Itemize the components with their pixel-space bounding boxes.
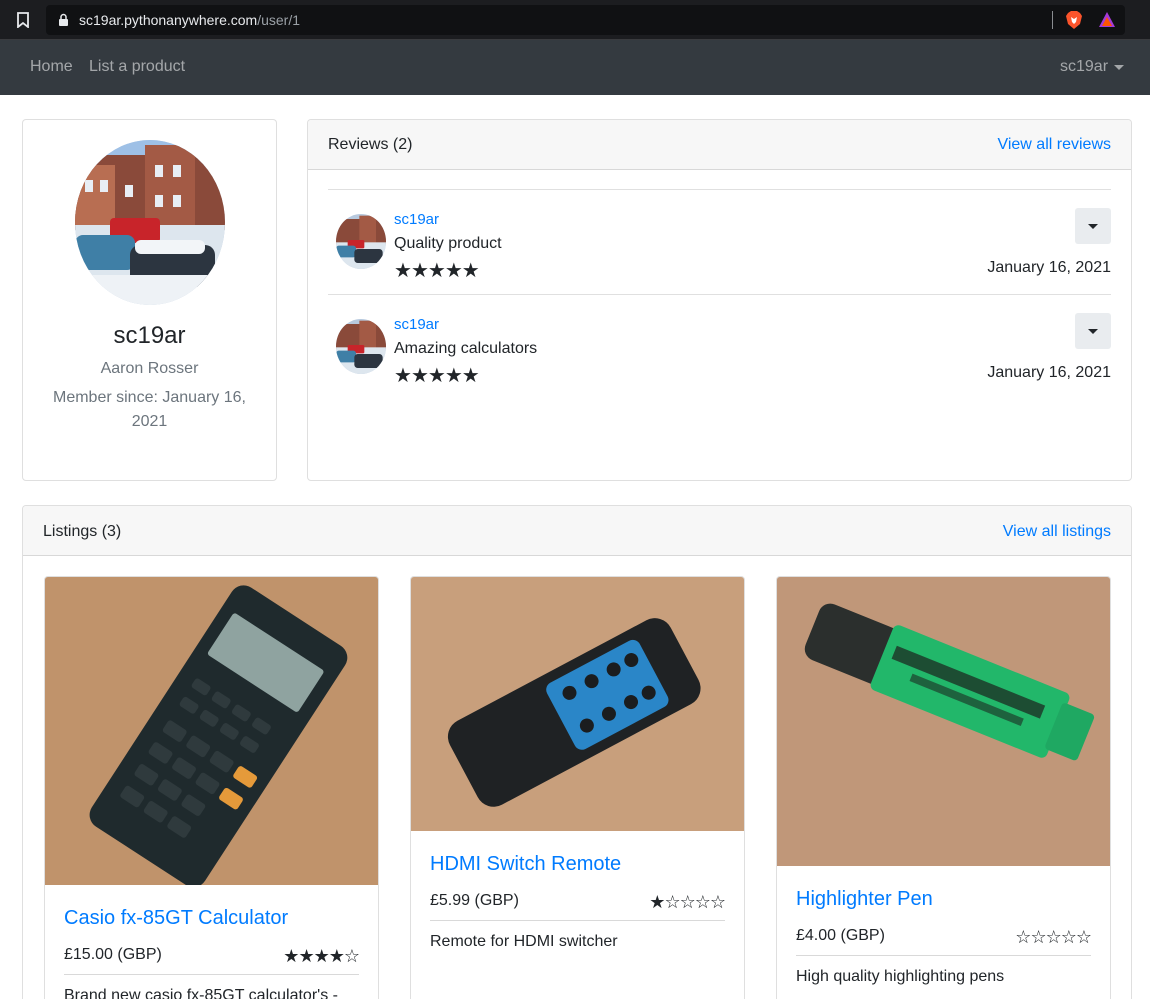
star-icon: ★ [328,946,345,966]
star-icon: ★ [427,365,446,387]
reviewer-avatar [336,214,386,269]
star-icon: ☆ [1045,927,1062,947]
product-description: High quality highlighting pens [796,968,1005,985]
star-icon: ★ [461,260,480,282]
product-image[interactable] [411,577,744,831]
product-card[interactable]: Highlighter Pen £4.00 (GBP) ☆☆☆☆☆ High q… [776,576,1111,999]
browser-toolbar: sc19ar.pythonanywhere.com/user/1 [0,0,1150,40]
divider [796,955,1091,956]
star-icon: ☆ [694,892,711,912]
url-text: sc19ar.pythonanywhere.com/user/1 [79,12,300,28]
profile-card: sc19ar Aaron Rosser Member since: Januar… [22,119,277,481]
review-author-link[interactable]: sc19ar [394,316,439,333]
profile-username: sc19ar [113,322,186,349]
star-icon: ☆ [1030,927,1046,947]
review-rating: ★★★★★ [394,365,480,387]
star-icon: ☆ [1060,927,1077,947]
product-card[interactable]: HDMI Switch Remote £5.99 (GBP) ★☆☆☆☆ Rem… [410,576,745,999]
review-item: sc19ar Quality product ★★★★★ January 16,… [308,190,1131,290]
nav-list-product-link[interactable]: List a product [89,58,185,76]
review-date: January 16, 2021 [987,364,1111,381]
product-rating: ★☆☆☆☆ [649,892,726,912]
star-icon: ★ [427,260,446,282]
product-title-link[interactable]: HDMI Switch Remote [430,853,621,876]
star-icon: ☆ [709,892,726,912]
product-description: Brand new casio fx-85GT calculator's - [64,987,338,999]
product-price: £4.00 (GBP) [796,927,885,944]
caret-down-icon [1088,329,1098,334]
star-icon: ★ [410,260,429,282]
review-options-button[interactable] [1075,208,1111,244]
product-description: Remote for HDMI switcher [430,933,618,950]
product-title-link[interactable]: Casio fx-85GT Calculator [64,907,288,930]
bookmark-icon[interactable] [17,12,29,28]
reviews-card: Reviews (2) View all reviews sc19ar Qual… [307,119,1132,481]
star-icon: ☆ [679,892,696,912]
review-item: sc19ar Amazing calculators ★★★★★ January… [308,295,1131,395]
star-icon: ★ [444,365,463,387]
product-card[interactable]: Casio fx-85GT Calculator £15.00 (GBP) ★★… [44,576,379,999]
product-image[interactable] [45,577,378,885]
product-price: £15.00 (GBP) [64,946,162,963]
avatar-image [75,140,225,305]
star-icon: ★ [394,260,412,282]
star-icon: ★ [313,946,330,966]
review-date: January 16, 2021 [987,259,1111,276]
star-icon: ★ [461,365,480,387]
star-icon: ★ [394,365,412,387]
profile-full-name: Aaron Rosser [100,360,199,377]
star-icon: ☆ [1015,927,1031,947]
reviews-title: Reviews (2) [328,136,413,153]
product-rating: ☆☆☆☆☆ [1015,927,1092,947]
star-icon: ☆ [343,946,360,966]
reviews-header: Reviews (2) View all reviews [308,120,1131,170]
listings-header: Listings (3) View all listings [23,506,1131,556]
view-all-listings-link[interactable]: View all listings [1003,523,1111,541]
brave-shield-icon[interactable] [1064,10,1084,30]
lock-icon [59,13,68,26]
review-author-link[interactable]: sc19ar [394,211,439,228]
caret-down-icon [1088,224,1098,229]
view-all-reviews-link[interactable]: View all reviews [997,136,1111,154]
member-since: Member since: January 16, 2021 [53,389,246,430]
star-icon: ☆ [1075,927,1092,947]
review-rating: ★★★★★ [394,260,480,282]
url-path: /user/1 [257,12,301,28]
divider [64,974,359,975]
url-host: sc19ar.pythonanywhere.com [79,12,258,28]
address-bar[interactable]: sc19ar.pythonanywhere.com/user/1 [46,5,1125,35]
brave-rewards-icon[interactable] [1098,11,1116,29]
top-navbar: Home List a product sc19ar [0,40,1150,95]
product-image[interactable] [777,577,1110,866]
caret-down-icon[interactable] [1114,65,1124,70]
star-icon: ★ [283,946,299,966]
product-title-link[interactable]: Highlighter Pen [796,888,933,911]
product-price: £5.99 (GBP) [430,892,519,909]
review-options-button[interactable] [1075,313,1111,349]
reviewer-avatar [336,319,386,374]
star-icon: ★ [298,946,314,966]
divider [430,920,725,921]
review-text: Amazing calculators [394,340,538,357]
review-text: Quality product [394,235,502,252]
nav-home-link[interactable]: Home [30,58,73,76]
star-icon: ★ [444,260,463,282]
listings-card: Listings (3) View all listings Casio fx-… [22,505,1132,999]
nav-user-dropdown[interactable]: sc19ar [1060,58,1108,76]
star-icon: ★ [410,365,429,387]
toolbar-divider [1052,11,1053,29]
product-rating: ★★★★☆ [283,946,360,966]
star-icon: ☆ [664,892,680,912]
avatar [75,140,225,305]
star-icon: ★ [649,892,665,912]
listings-title: Listings (3) [43,523,122,540]
